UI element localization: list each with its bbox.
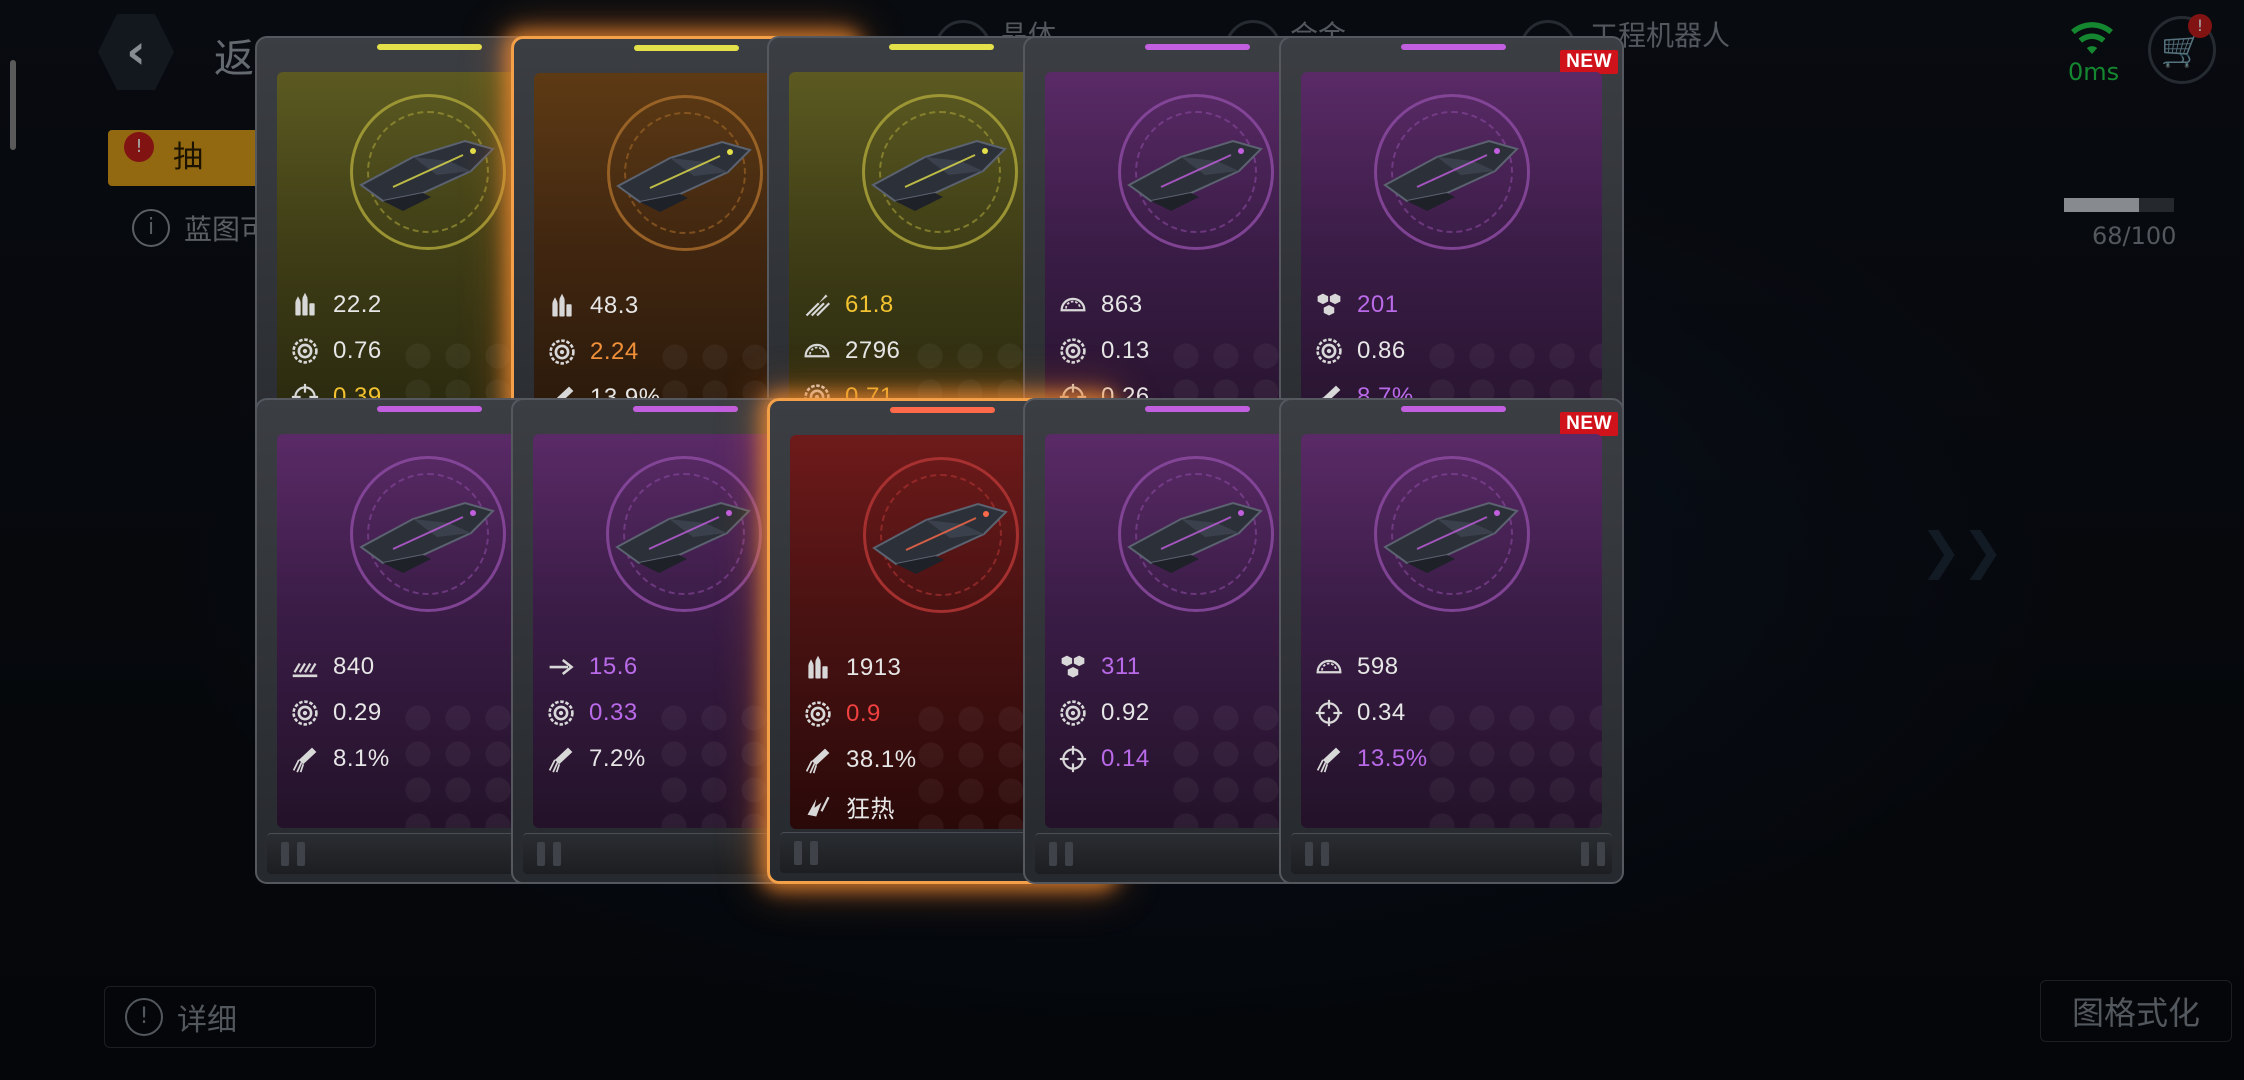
ship-image [1121, 127, 1271, 217]
stat-value: 598 [1357, 653, 1399, 680]
blueprint-card-grid: NEW22.20.760.39狂热NEW48.32.2413.9%自爆NEW61… [255, 36, 2075, 1046]
reload-icon [1313, 335, 1345, 367]
reload-icon [1057, 697, 1089, 729]
stat-row: 0.34 [1313, 690, 1593, 736]
rarity-indicator-light [1401, 44, 1506, 50]
stat-value: 61.8 [845, 291, 894, 318]
ammo-icon [802, 652, 834, 684]
rarity-indicator-light [377, 44, 482, 50]
crit-icon [545, 743, 577, 775]
cluster-icon [1313, 289, 1345, 321]
stat-value: 0.14 [1101, 745, 1150, 772]
rarity-indicator-light [377, 406, 482, 412]
plate-notch [1065, 842, 1073, 866]
plate-notch [1049, 842, 1057, 866]
card-panel: 598 0.34 13.5% [1301, 434, 1602, 828]
ship-image [610, 128, 760, 218]
ship-image [866, 490, 1016, 580]
stat-value: 863 [1101, 291, 1143, 318]
plate-notch [1597, 842, 1605, 866]
rarity-indicator-light [1401, 406, 1506, 412]
stat-value: 15.6 [589, 653, 638, 680]
stat-value: 2796 [845, 337, 901, 364]
card-base-plate [1291, 833, 1612, 874]
crosshair-icon [1057, 743, 1089, 775]
stat-value: 0.33 [589, 699, 638, 726]
reload-icon [802, 698, 834, 730]
reload-icon [289, 335, 321, 367]
rarity-indicator-light [889, 44, 994, 50]
stat-value: 0.86 [1357, 337, 1406, 364]
stat-value: 7.2% [589, 745, 646, 772]
new-badge: NEW [1560, 412, 1618, 436]
plate-notch [553, 842, 561, 866]
plate-notch [1305, 842, 1313, 866]
ship-image [609, 489, 759, 579]
ship-image [1377, 489, 1527, 579]
plate-notch [810, 841, 818, 865]
reload-icon [1057, 335, 1089, 367]
stat-row: 201 [1313, 282, 1593, 328]
rarity-indicator-light [1145, 44, 1250, 50]
damage-icon [801, 289, 833, 321]
stat-value: 0.34 [1357, 699, 1406, 726]
plate-notch [297, 842, 305, 866]
plate-notch [1321, 842, 1329, 866]
stat-value: 48.3 [590, 292, 639, 319]
stat-value: 0.13 [1101, 337, 1150, 364]
reload-icon [289, 697, 321, 729]
stat-row: 13.5% [1313, 736, 1593, 782]
stat-value: 狂热 [846, 794, 895, 823]
ammo-icon [289, 289, 321, 321]
stat-value: 0.76 [333, 337, 382, 364]
stat-value: 2.24 [590, 338, 639, 365]
stat-row: 598 [1313, 644, 1593, 690]
rarity-indicator-light [890, 407, 995, 413]
ammo-icon [546, 290, 578, 322]
stat-value: 22.2 [333, 291, 382, 318]
stat-list: 598 0.34 13.5% [1313, 644, 1593, 782]
rarity-indicator-light [1145, 406, 1250, 412]
crit-icon [289, 743, 321, 775]
ship-image [1121, 489, 1271, 579]
stat-value: 840 [333, 653, 375, 680]
frenzy-icon [802, 790, 834, 822]
crit-icon [802, 744, 834, 776]
crosshair-icon [1313, 697, 1345, 729]
rarity-indicator-light [633, 406, 738, 412]
stat-value: 13.5% [1357, 745, 1428, 772]
plate-notch [537, 842, 545, 866]
reload-icon [545, 697, 577, 729]
ship-image [353, 489, 503, 579]
stat-value: 38.1% [846, 746, 917, 773]
armor-icon [1313, 651, 1345, 683]
stat-value: 311 [1101, 653, 1141, 680]
stat-value: 8.1% [333, 745, 390, 772]
ship-image [865, 127, 1015, 217]
crit-icon [1313, 743, 1345, 775]
speed-icon [545, 651, 577, 683]
stat-value: 0.92 [1101, 699, 1150, 726]
plate-notch [1581, 842, 1589, 866]
armor-icon [1057, 289, 1089, 321]
stat-value: 1913 [846, 654, 902, 681]
ship-image [353, 127, 503, 217]
volley-icon [289, 651, 321, 683]
cluster-icon [1057, 651, 1089, 683]
rarity-indicator-light [634, 45, 739, 51]
stat-value: 201 [1357, 291, 1399, 318]
plate-notch [281, 842, 289, 866]
plate-notch [794, 841, 802, 865]
ship-image [1377, 127, 1527, 217]
blueprint-card[interactable]: NEW 598 0.34 13.5% [1279, 398, 1624, 884]
stat-row: 0.86 [1313, 328, 1593, 374]
stat-value: 0.29 [333, 699, 382, 726]
stat-value: 0.9 [846, 700, 881, 727]
reload-icon [546, 336, 578, 368]
armor-icon [801, 335, 833, 367]
new-badge: NEW [1560, 50, 1618, 74]
